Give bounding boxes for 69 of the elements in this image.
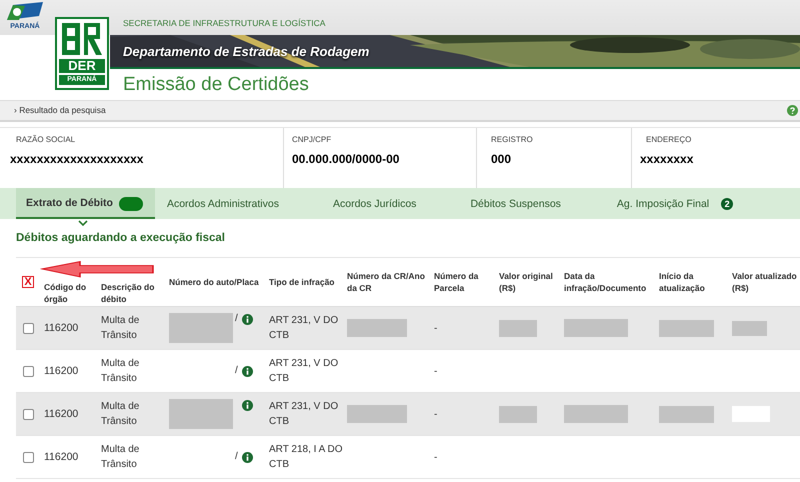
redaction-block xyxy=(659,406,714,422)
redaction-block xyxy=(347,319,407,337)
field-value: xxxxxxxx xyxy=(640,152,694,166)
table-cell: 116200 xyxy=(44,406,78,422)
table-cell-text: Multa de Trânsito xyxy=(101,357,140,386)
caret-icon xyxy=(78,220,88,226)
help-icon[interactable] xyxy=(787,104,798,116)
tab[interactable]: Acordos Jurídicos xyxy=(322,188,460,219)
table-cell: 116200 xyxy=(44,450,78,464)
redaction-block xyxy=(499,320,537,336)
column-header: Código do órgão xyxy=(44,282,86,304)
section-title: Débitos aguardando a execução fiscal xyxy=(16,232,225,246)
redaction-block xyxy=(347,405,407,423)
redaction-block xyxy=(564,319,628,337)
tab[interactable]: Acordos Administrativos xyxy=(154,188,323,219)
annotation-mark: X xyxy=(22,276,34,288)
info-icon[interactable] xyxy=(242,452,253,463)
field-value: 000 xyxy=(491,152,512,166)
table-cell-text: ART 231, V DO CTB xyxy=(269,400,340,429)
row-checkbox[interactable] xyxy=(22,322,34,334)
row-checkbox[interactable] xyxy=(22,366,34,376)
redaction-block xyxy=(564,405,628,423)
column-header: Número da CR/Ano da CR xyxy=(347,271,425,293)
count-badge: 2 xyxy=(721,198,734,210)
redaction-block xyxy=(732,320,767,336)
info-icon[interactable] xyxy=(242,366,253,377)
table-cell-text: Multa de Trânsito xyxy=(101,314,140,343)
table-cell: 116200 xyxy=(44,320,78,336)
column-header: Número da Parcela xyxy=(434,271,478,293)
emblem-icon xyxy=(60,21,104,57)
table-cell-text: - xyxy=(434,322,438,336)
logo-acronym: DER xyxy=(59,59,105,73)
row-checkbox[interactable] xyxy=(22,408,34,420)
table-cell-text: - xyxy=(434,364,438,378)
field-value: 00.000.000/0000-00 xyxy=(292,152,400,166)
column-header: Valor original (R$) xyxy=(499,271,553,293)
redaction-block xyxy=(499,406,537,422)
column-header: Valor atualizado (R$) xyxy=(732,271,797,293)
field-value: xxxxxxxxxxxxxxxxxxxx xyxy=(10,152,144,166)
column-header: Data da infração/Documento xyxy=(564,271,646,293)
tab[interactable]: Débitos Suspensos xyxy=(460,188,607,219)
field-label: REGISTRO xyxy=(491,135,534,144)
secretariat-title: SECRETARIA DE INFRAESTRUTURA E LOGÍSTICA xyxy=(123,18,326,28)
page-title: Emissão de Certidões xyxy=(123,74,309,96)
column-header: Descrição do débito xyxy=(101,282,154,304)
table-cell-text: ART 231, V DO CTB xyxy=(269,357,340,386)
field-label: CNPJ/CPF xyxy=(292,135,332,144)
separator-text: / xyxy=(235,313,239,325)
table-cell: 116200 xyxy=(44,364,78,378)
column-header: Início da atualização xyxy=(659,271,705,293)
table-cell-text: Multa de Trânsito xyxy=(101,400,140,429)
row-checkbox[interactable] xyxy=(22,452,34,462)
column-header: Tipo de infração xyxy=(269,277,334,287)
table-cell-text: - xyxy=(434,408,438,422)
tab[interactable]: Ag. Imposição Final xyxy=(606,188,720,219)
column-header: Número do auto/Placa xyxy=(169,277,259,287)
separator-text: / xyxy=(235,365,239,377)
info-icon[interactable] xyxy=(242,314,253,325)
table-cell-text: Multa de Trânsito xyxy=(101,443,140,472)
field-label: ENDEREÇO xyxy=(646,135,692,144)
redaction-block xyxy=(659,320,714,336)
table-cell-text: - xyxy=(434,450,438,464)
separator-text: / xyxy=(235,451,239,463)
table-cell-text: ART 218, I A DO CTB xyxy=(269,443,343,472)
table-cell-text: ART 231, V DO CTB xyxy=(269,314,340,343)
field-label: RAZÃO SOCIAL xyxy=(16,135,76,144)
info-icon[interactable] xyxy=(242,400,253,411)
breadcrumb-link[interactable]: › Resultado da pesquisa xyxy=(14,105,106,115)
flag-icon xyxy=(5,2,45,22)
